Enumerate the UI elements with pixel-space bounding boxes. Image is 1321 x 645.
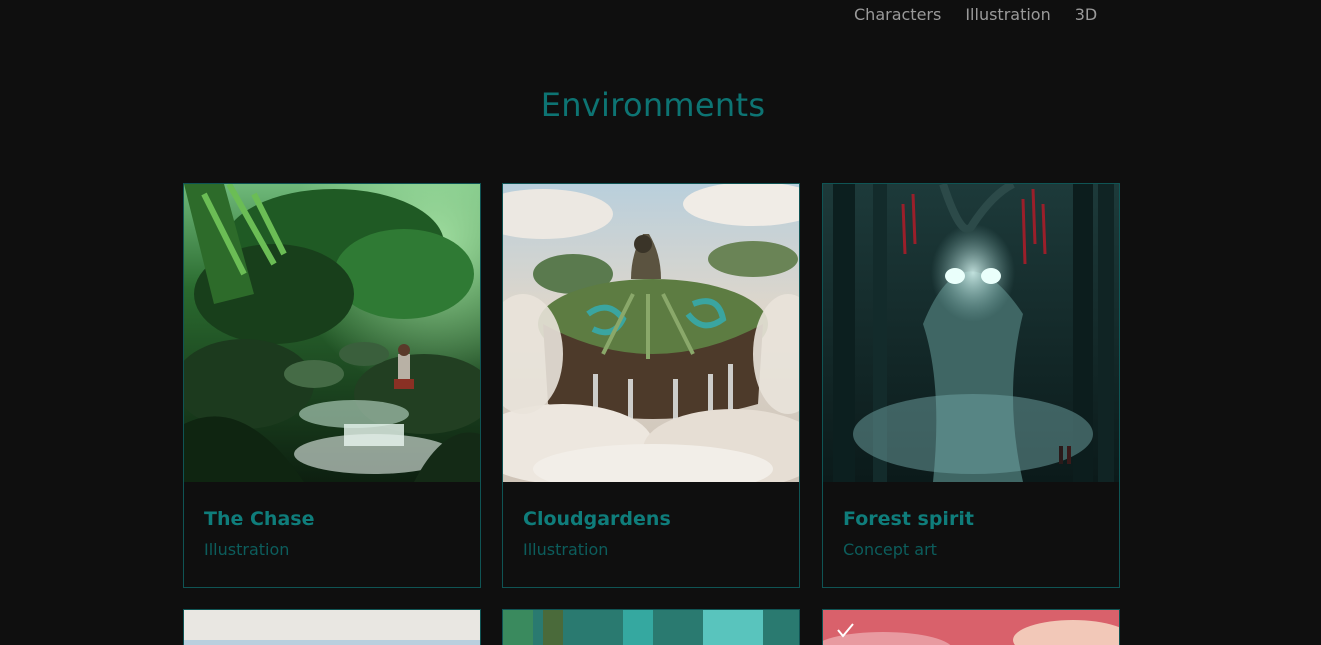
card-category: Illustration (523, 540, 609, 559)
portfolio-card-row2-2[interactable] (502, 609, 800, 645)
portfolio-card-row2-3[interactable] (822, 609, 1120, 645)
forest-spirit-artwork-image (823, 184, 1119, 482)
section-title: Environments (540, 86, 766, 124)
top-navigation: Characters Illustration 3D (854, 4, 1097, 26)
card-thumbnail[interactable] (184, 184, 480, 482)
cloudgardens-artwork-image (503, 184, 799, 482)
card-title[interactable]: Cloudgardens (523, 508, 671, 530)
card-thumbnail[interactable] (823, 184, 1119, 482)
portfolio-card-row2-1[interactable] (183, 609, 481, 645)
artwork-image (503, 610, 799, 645)
card-title[interactable]: The Chase (204, 508, 314, 530)
nav-link-3d[interactable]: 3D (1075, 4, 1098, 26)
page: Characters Illustration 3D Environments (0, 0, 1321, 645)
card-title[interactable]: Forest spirit (843, 508, 974, 530)
nav-link-characters[interactable]: Characters (854, 4, 941, 26)
artwork-image (184, 610, 480, 645)
card-thumbnail[interactable] (503, 184, 799, 482)
portfolio-card-forest-spirit[interactable]: Forest spirit Concept art (822, 183, 1120, 588)
card-category: Illustration (204, 540, 290, 559)
jungle-artwork-image (184, 184, 480, 482)
card-category: Concept art (843, 540, 937, 559)
nav-link-illustration[interactable]: Illustration (965, 4, 1050, 26)
portfolio-card-the-chase[interactable]: The Chase Illustration (183, 183, 481, 588)
artwork-image (823, 610, 1119, 645)
portfolio-card-cloudgardens[interactable]: Cloudgardens Illustration (502, 183, 800, 588)
